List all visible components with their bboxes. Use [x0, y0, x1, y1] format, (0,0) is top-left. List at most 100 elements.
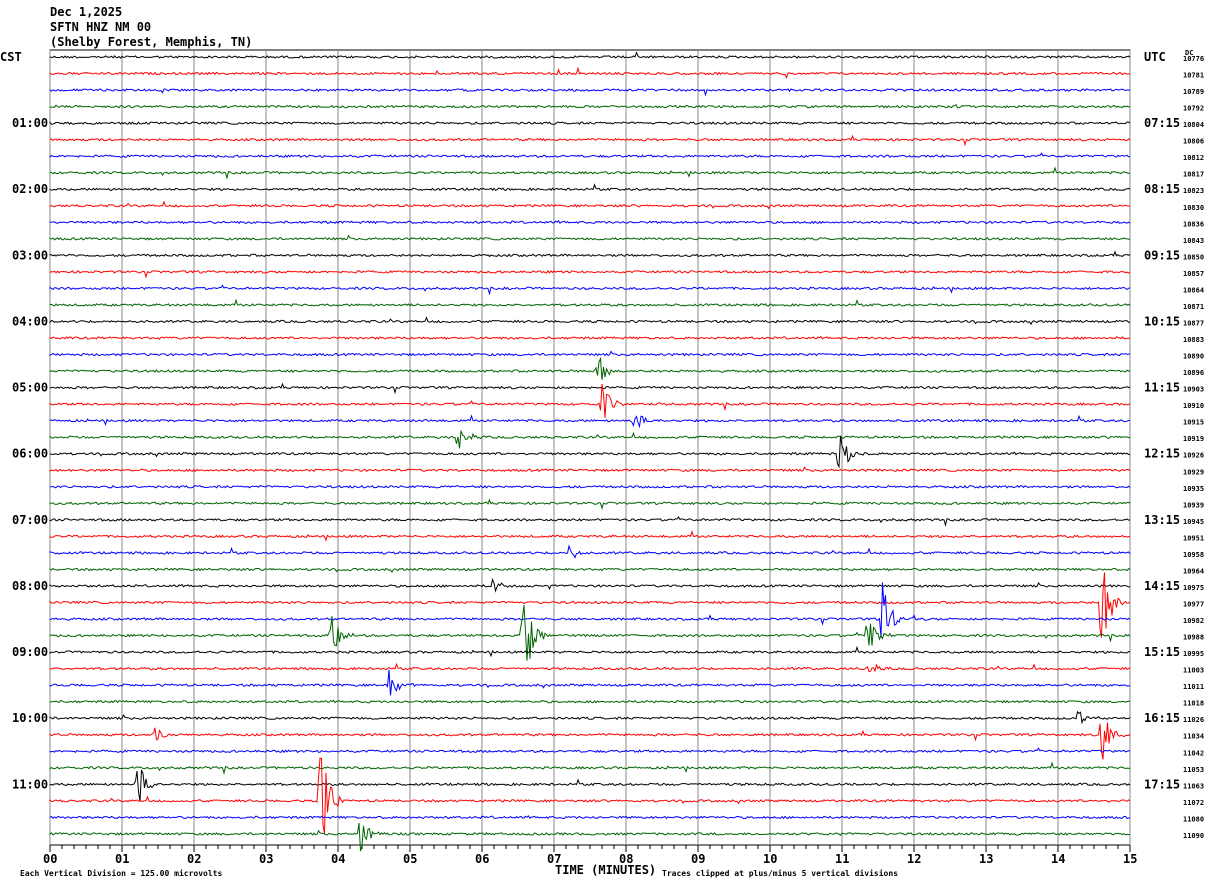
- trace: [49, 88, 1131, 97]
- utc-hour-label: 15:15: [1144, 645, 1180, 659]
- plot-frame: [49, 49, 1131, 846]
- chart-station: SFTN HNZ NM 00: [50, 20, 151, 34]
- dc-value-label: 10995: [1183, 650, 1204, 658]
- trace: [49, 722, 1131, 760]
- dc-value-label: 11053: [1183, 766, 1204, 774]
- cst-hour-label: 02:00: [12, 182, 48, 196]
- trace: [49, 669, 1131, 696]
- trace: [49, 134, 1131, 147]
- utc-hour-label: 08:15: [1144, 182, 1180, 196]
- dc-value-label: 10806: [1183, 138, 1204, 146]
- dc-value-label: 10781: [1183, 72, 1204, 80]
- dc-value-label: 11011: [1183, 683, 1204, 691]
- dc-value-label: 10926: [1183, 452, 1204, 460]
- trace: [49, 270, 1131, 279]
- trace: [49, 582, 1131, 638]
- dc-value-label: 10945: [1183, 518, 1204, 526]
- dc-value-label: 10836: [1183, 220, 1204, 228]
- trace: [49, 66, 1131, 79]
- trace: [49, 234, 1131, 241]
- dc-value-label: 10951: [1183, 534, 1204, 542]
- dc-value-label: 10830: [1183, 204, 1204, 212]
- cst-hour-label: 11:00: [12, 777, 48, 791]
- trace: [50, 484, 1131, 489]
- trace: [49, 414, 1131, 429]
- dc-value-label: 10903: [1183, 386, 1204, 394]
- trace: [49, 298, 1131, 307]
- x-tick-label: 13: [979, 852, 993, 866]
- dc-value-label: 10982: [1183, 617, 1204, 625]
- dc-value-label: 10812: [1183, 154, 1204, 162]
- cst-hour-label: 08:00: [12, 579, 48, 593]
- utc-hour-label: 10:15: [1144, 314, 1180, 328]
- x-tick-label: 15: [1123, 852, 1137, 866]
- dc-value-label: 10975: [1183, 584, 1204, 592]
- trace: [49, 645, 1131, 658]
- trace: [49, 200, 1131, 210]
- dc-value-label: 10857: [1183, 270, 1204, 278]
- x-tick-label: 10: [763, 852, 777, 866]
- cst-hour-label: 03:00: [12, 248, 48, 262]
- clip-note: Traces clipped at plus/minus 5 vertical …: [662, 868, 898, 878]
- dc-value-label: 10896: [1183, 369, 1204, 377]
- utc-hour-label: 11:15: [1144, 381, 1180, 395]
- trace: [49, 757, 1131, 834]
- dc-value-label: 10935: [1183, 485, 1204, 493]
- dc-value-label: 10850: [1183, 253, 1204, 261]
- dc-value-label: 10823: [1183, 187, 1204, 195]
- dc-value-label: 11042: [1183, 749, 1204, 757]
- utc-hour-label: 09:15: [1144, 248, 1180, 262]
- trace: [49, 498, 1131, 510]
- trace: [49, 316, 1131, 326]
- utc-hour-label: 07:15: [1144, 116, 1180, 130]
- trace: [49, 567, 1131, 574]
- dc-value-label: 10843: [1183, 237, 1204, 245]
- trace: [49, 166, 1131, 180]
- cst-hour-label: 04:00: [12, 314, 48, 328]
- x-tick-label: 09: [691, 852, 705, 866]
- trace: [49, 544, 1131, 559]
- trace: [49, 183, 1131, 192]
- x-tick-label: 06: [475, 852, 489, 866]
- trace: [49, 382, 1131, 395]
- dc-value-label: 10910: [1183, 402, 1204, 410]
- x-tick-label: 02: [187, 852, 201, 866]
- dc-value-label: 11072: [1183, 799, 1204, 807]
- utc-hour-label: 12:15: [1144, 447, 1180, 461]
- dc-value-label: 11080: [1183, 815, 1204, 823]
- helicorder-svg: Dec 1,2025 SFTN HNZ NM 00 (Shelby Forest…: [0, 5, 1204, 878]
- left-axis-label: CST: [0, 50, 22, 64]
- x-tick-label: 14: [1051, 852, 1065, 866]
- dc-value-label: 10789: [1183, 88, 1204, 96]
- trace: [49, 577, 1130, 593]
- utc-hour-label: 16:15: [1144, 711, 1180, 725]
- trace: [49, 572, 1131, 638]
- trace: [49, 350, 1131, 357]
- dc-value-label: 10883: [1183, 336, 1204, 344]
- trace: [49, 152, 1131, 159]
- x-tick-label: 05: [403, 852, 417, 866]
- utc-hour-label: 14:15: [1144, 579, 1180, 593]
- dc-value-label: 10776: [1183, 55, 1204, 63]
- dc-value-label: 11018: [1183, 700, 1204, 708]
- trace: [49, 815, 1131, 820]
- trace: [49, 430, 1131, 449]
- chart-date: Dec 1,2025: [50, 5, 122, 19]
- dc-value-label: 11003: [1183, 667, 1204, 675]
- dc-value-label: 11034: [1183, 733, 1204, 741]
- dc-value-label: 10939: [1183, 501, 1204, 509]
- dc-value-label: 10864: [1183, 286, 1204, 294]
- chart-location: (Shelby Forest, Memphis, TN): [50, 35, 252, 49]
- trace: [49, 530, 1131, 542]
- dc-value-label: 10890: [1183, 353, 1204, 361]
- cst-hour-label: 07:00: [12, 513, 48, 527]
- dc-value-label: 11090: [1183, 832, 1204, 840]
- dc-value-label: 11026: [1183, 716, 1204, 724]
- dc-value-label: 10871: [1183, 303, 1204, 311]
- x-tick-label: 03: [259, 852, 273, 866]
- cst-hour-label: 01:00: [12, 116, 48, 130]
- scale-note: Each Vertical Division = 125.00 microvol…: [20, 868, 222, 878]
- dc-value-label: 10915: [1183, 419, 1204, 427]
- trace: [49, 335, 1131, 340]
- trace: [49, 466, 1131, 473]
